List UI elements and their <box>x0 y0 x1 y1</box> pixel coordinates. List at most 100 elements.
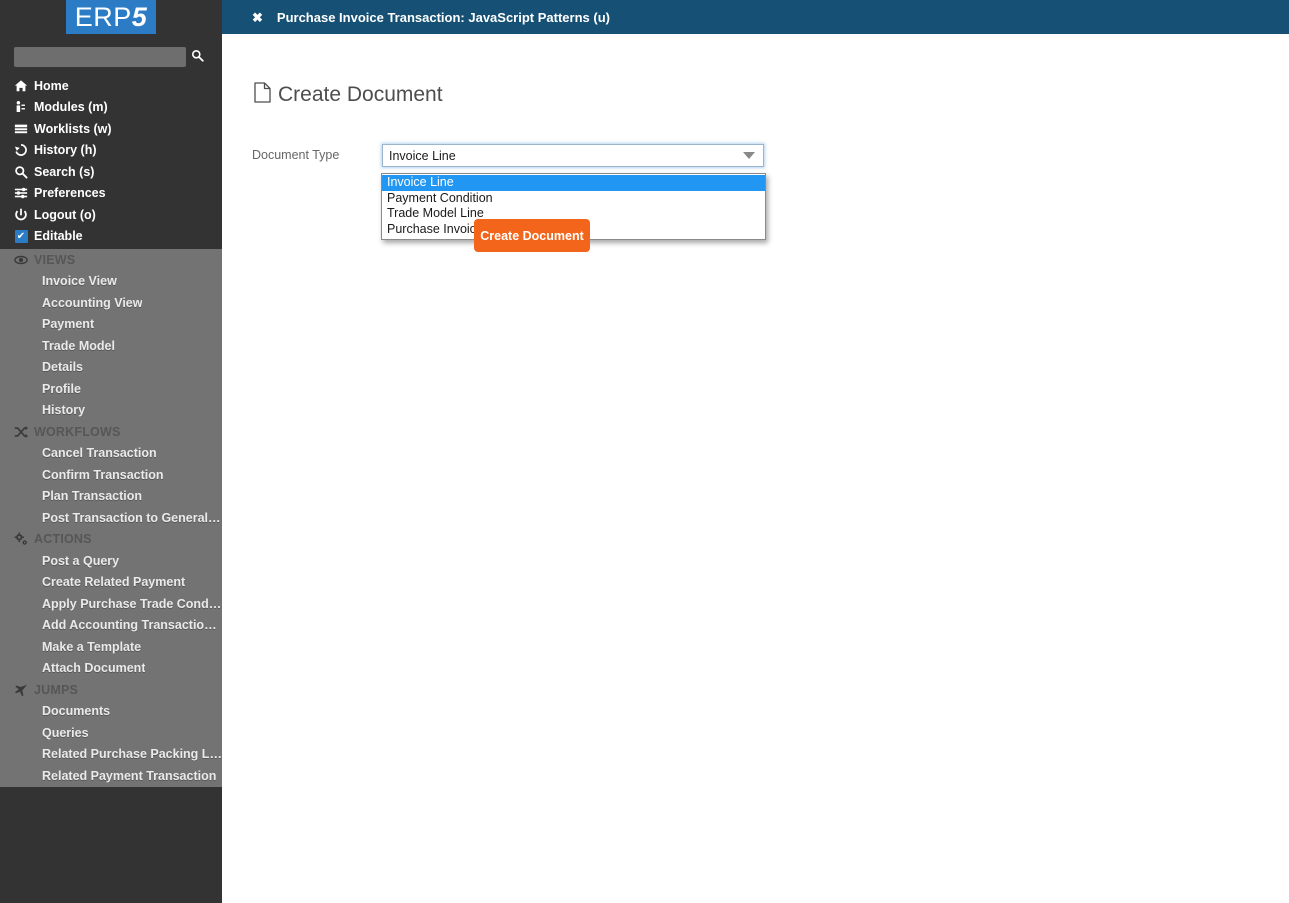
sidebar-link-label: Make a Template <box>42 639 142 654</box>
logo-prefix: ERP <box>74 2 132 32</box>
sidebar-link-label: Related Payment Transaction <box>42 768 217 783</box>
sidebar-section-title: ACTIONS <box>34 532 92 547</box>
sidebar-link-label: Invoice View <box>42 274 117 289</box>
document-type-label: Document Type <box>252 148 340 162</box>
brand-logo[interactable]: ERP5 <box>0 0 222 36</box>
airplane-icon <box>8 683 34 697</box>
sidebar-link[interactable]: Post Transaction to General L… <box>0 507 222 529</box>
sidebar-link[interactable]: Payment <box>0 314 222 336</box>
sidebar-main-nav: Home Modules (m) Worklists (w) History (h) S… <box>0 75 222 249</box>
header-bar: ✖ Purchase Invoice Transaction: JavaScri… <box>222 0 1289 34</box>
sidebar-section-views: VIEWS <box>0 249 222 271</box>
home-icon <box>8 79 34 93</box>
sidebar-link[interactable]: Accounting View <box>0 292 222 314</box>
dropdown-option[interactable]: Payment Condition <box>382 191 765 207</box>
sidebar-item-preferences[interactable]: Preferences <box>0 183 222 205</box>
logout-icon <box>8 208 34 222</box>
sidebar-sections: VIEWS Invoice View Accounting View Payment T… <box>0 249 222 787</box>
sidebar-link[interactable]: Create Related Payment <box>0 572 222 594</box>
sidebar-section-title: VIEWS <box>34 252 76 267</box>
sidebar-link-label: History <box>42 403 86 418</box>
history-icon <box>8 143 34 157</box>
sidebar-item-search-s[interactable]: Search (s) <box>0 161 222 183</box>
preferences-icon <box>8 186 34 200</box>
sidebar-link[interactable]: Post a Query <box>0 550 222 572</box>
document-type-value: Invoice Line <box>389 148 456 163</box>
sidebar-main-list: Home Modules (m) Worklists (w) History (h) S… <box>0 75 222 247</box>
sidebar-section-title: JUMPS <box>34 682 79 697</box>
sidebar-link[interactable]: Related Purchase Packing List <box>0 744 222 766</box>
erp5-application: ERP5 Home Modules (m) Worklists (w) History… <box>0 0 1289 903</box>
sidebar-item-label: Home <box>34 78 69 93</box>
search-icon <box>8 165 34 179</box>
sidebar-link-label: Apply Purchase Trade Conditi… <box>42 596 222 611</box>
sidebar-link[interactable]: Trade Model <box>0 335 222 357</box>
sidebar-link-label: Cancel Transaction <box>42 446 157 461</box>
sidebar-link-label: Trade Model <box>42 338 115 353</box>
sidebar-link[interactable]: Cancel Transaction <box>0 443 222 465</box>
sidebar-link-label: Documents <box>42 704 111 719</box>
chevron-down-icon[interactable] <box>735 152 763 159</box>
sidebar: ERP5 Home Modules (m) Worklists (w) History… <box>0 0 222 903</box>
sidebar-link[interactable]: Confirm Transaction <box>0 464 222 486</box>
sidebar-link[interactable]: Add Accounting Transaction L… <box>0 615 222 637</box>
sidebar-link-label: Post a Query <box>42 553 120 568</box>
shuffle-icon <box>8 425 34 439</box>
sidebar-item-label: Worklists (w) <box>34 121 112 136</box>
sidebar-link[interactable]: Plan Transaction <box>0 486 222 508</box>
sidebar-item-label: History (h) <box>34 143 97 158</box>
main-content: Create Document Document Type Invoice Li… <box>222 34 1289 903</box>
sidebar-link[interactable]: Related Payment Transaction <box>0 765 222 787</box>
sidebar-item-label: Logout (o) <box>34 207 96 222</box>
sidebar-link[interactable]: Apply Purchase Trade Conditi… <box>0 593 222 615</box>
sidebar-link[interactable]: Make a Template <box>0 636 222 658</box>
sidebar-section-actions: ACTIONS <box>0 529 222 551</box>
sidebar-item-history-h[interactable]: History (h) <box>0 140 222 162</box>
sidebar-item-logout-o[interactable]: Logout (o) <box>0 204 222 226</box>
sidebar-link-label: Post Transaction to General L… <box>42 510 222 525</box>
modules-icon <box>8 100 34 114</box>
page-title-row: Create Document <box>254 82 443 108</box>
sidebar-link-label: Details <box>42 360 83 375</box>
sidebar-item-modules-m[interactable]: Modules (m) <box>0 97 222 119</box>
sidebar-item-editable[interactable]: ✔ Editable <box>0 226 222 248</box>
sidebar-link-label: Add Accounting Transaction L… <box>42 618 222 633</box>
worklists-icon <box>8 122 34 136</box>
sidebar-link[interactable]: Documents <box>0 701 222 723</box>
search-icon <box>191 49 204 65</box>
search-button[interactable] <box>186 47 208 67</box>
logo-text: ERP5 <box>65 0 157 34</box>
document-icon <box>254 82 271 108</box>
sidebar-link[interactable]: Profile <box>0 378 222 400</box>
sidebar-section-workflows: WORKFLOWS <box>0 421 222 443</box>
sidebar-item-worklists-w[interactable]: Worklists (w) <box>0 118 222 140</box>
close-icon[interactable]: ✖ <box>252 11 263 24</box>
sidebar-item-home[interactable]: Home <box>0 75 222 97</box>
sidebar-link[interactable]: Details <box>0 357 222 379</box>
sidebar-link-label: Payment <box>42 317 95 332</box>
sidebar-link[interactable]: History <box>0 400 222 422</box>
sidebar-item-label: Search (s) <box>34 164 95 179</box>
gears-icon <box>8 532 34 546</box>
tab-title: Purchase Invoice Transaction: JavaScript… <box>276 9 610 25</box>
dropdown-option[interactable]: Invoice Line <box>382 175 765 191</box>
document-tab[interactable]: ✖ Purchase Invoice Transaction: JavaScri… <box>222 0 1289 34</box>
create-document-button[interactable]: Create Document <box>474 219 590 252</box>
sidebar-link[interactable]: Queries <box>0 722 222 744</box>
sidebar-section-jumps: JUMPS <box>0 679 222 701</box>
sidebar-link-label: Create Related Payment <box>42 575 186 590</box>
page-title: Create Document <box>278 83 443 106</box>
logo-suffix: 5 <box>131 2 148 32</box>
sidebar-search <box>0 45 222 69</box>
sidebar-link[interactable]: Invoice View <box>0 271 222 293</box>
sidebar-link-label: Plan Transaction <box>42 489 143 504</box>
document-type-select[interactable]: Invoice Line <box>382 144 764 167</box>
sidebar-item-label: Modules (m) <box>34 100 108 115</box>
sidebar-link-label: Profile <box>42 381 81 396</box>
sidebar-section-title: WORKFLOWS <box>34 424 121 439</box>
eye-icon <box>8 253 34 267</box>
checkbox-checked-icon: ✔ <box>8 229 34 243</box>
sidebar-link[interactable]: Attach Document <box>0 658 222 680</box>
search-input[interactable] <box>14 47 186 67</box>
sidebar-link-label: Related Purchase Packing List <box>42 747 222 762</box>
